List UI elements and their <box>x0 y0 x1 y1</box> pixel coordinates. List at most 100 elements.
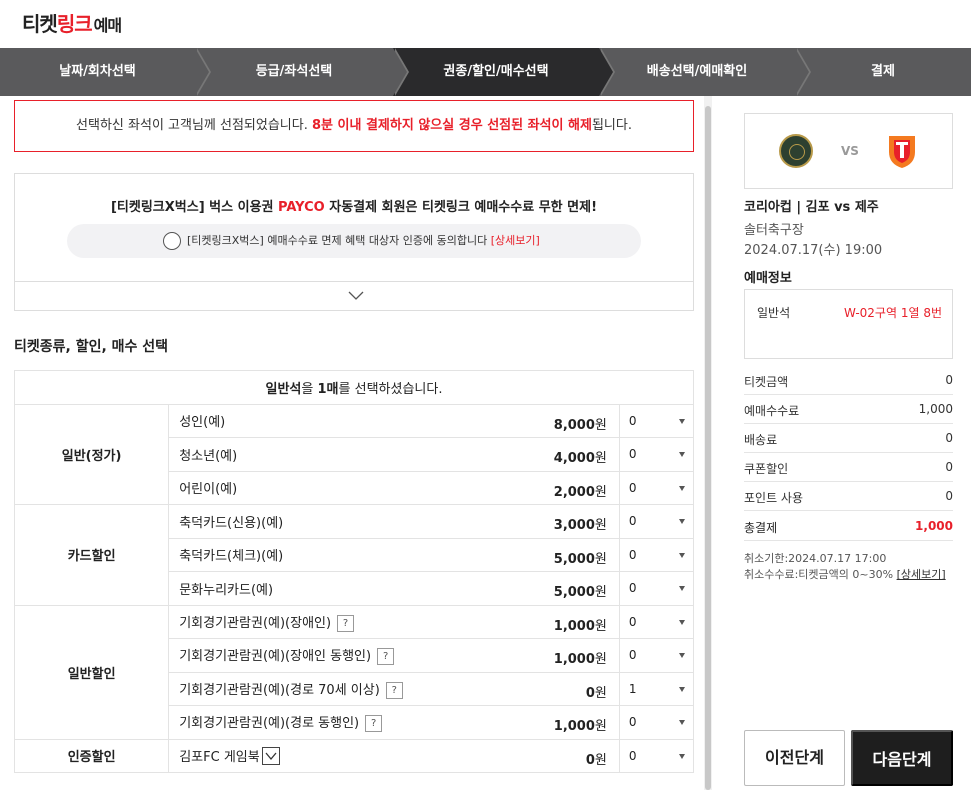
ticketlink-logo[interactable]: 티켓링크 예매 <box>22 8 122 37</box>
price-value: 0 <box>585 685 595 701</box>
quantity-select[interactable]: 0 <box>618 604 695 639</box>
agree-detail-link[interactable]: [상세보기] <box>491 234 540 247</box>
notice-warning: 8분 이내 결제하지 않으실 경우 선점된 좌석이 해제 <box>312 118 592 133</box>
ticket-price: 1,000원 <box>554 615 607 634</box>
dropdown-arrow-icon <box>679 452 685 457</box>
price-unit: 원 <box>594 451 607 466</box>
agree-pill[interactable]: [티켓링크X벅스] 예매수수료 면제 혜택 대상자 인증에 동의합니다 [상세보… <box>67 224 641 258</box>
vs-label: VS <box>841 144 859 158</box>
step-5: 결제 <box>795 48 971 96</box>
price-unit: 원 <box>594 752 607 768</box>
next-step-button[interactable]: 다음단계 <box>851 730 953 786</box>
quantity-value: 0 <box>628 748 637 763</box>
scrollbar-thumb[interactable] <box>705 106 711 790</box>
total-label: 총결제 <box>744 521 778 535</box>
ticket-label: 기회경기관람권(예)(경로 70세 이상) <box>179 682 380 698</box>
price-unit: 원 <box>594 719 607 734</box>
ticket-item: 김포FC 게임북 0원 <box>168 738 620 773</box>
ticket-label: 문화누리카드(예) <box>179 582 274 598</box>
price-unit: 원 <box>594 484 607 500</box>
jeju-fc-emblem-icon <box>889 136 915 168</box>
price-unit: 원 <box>594 685 607 701</box>
booking-summary: VS 코리아컵 | 김포 vs 제주 솔터축구장 2024.07.17(수) 1… <box>730 96 971 790</box>
quantity-value: 0 <box>628 614 637 629</box>
dropdown-arrow-icon <box>679 653 685 658</box>
cancel-detail-link[interactable]: [상세보기] <box>897 568 946 581</box>
dropdown-arrow-icon <box>679 586 685 591</box>
help-icon[interactable]: ? <box>377 648 395 666</box>
ticket-item: 기회경기관람권(예)(경로 동행인)? 1,000원 <box>168 705 620 740</box>
seat-hold-notice: 선택하신 좌석이 고객님께 선점되었습니다. 8분 이내 결제하지 않으실 경우… <box>14 100 694 152</box>
ticket-label: 기회경기관람권(예)(장애인 동행인) <box>179 649 372 665</box>
table-row: 일반(정가) 성인(예) 8,000원 0 <box>13 403 695 505</box>
venue: 솔터축구장 <box>744 223 804 238</box>
table-row: 카드할인 축덕카드(신용)(예) 3,000원 0 <box>13 504 695 606</box>
category-name: 인증할인 <box>13 738 170 773</box>
ticket-table-header: 일반석을 1매를 선택하셨습니다. <box>14 370 694 405</box>
price-value: 4,000 <box>553 451 595 466</box>
fee-label: 쿠폰할인 <box>744 462 789 476</box>
price-unit: 원 <box>594 417 607 433</box>
total-value: 1,000 <box>915 519 953 533</box>
help-icon[interactable]: ? <box>337 614 355 632</box>
main-content: 선택하신 좌석이 고객님께 선점되었습니다. 8분 이내 결제하지 않으실 경우… <box>0 96 712 790</box>
quantity-select[interactable]: 0 <box>618 738 695 773</box>
cancel-fee: 취소수수료:티켓금액의 0~30% [상세보기] <box>744 566 946 582</box>
chevron-down-icon <box>265 752 277 761</box>
price-unit: 원 <box>594 618 607 634</box>
fee-value: 0 <box>945 460 953 474</box>
fee-row: 예매수수료 1,000 <box>744 402 953 419</box>
prev-step-button[interactable]: 이전단계 <box>744 730 845 786</box>
header: 티켓링크 예매 <box>0 0 971 48</box>
main-scrollbar[interactable] <box>704 96 712 790</box>
step-bar: 날짜/회차선택 등급/좌석선택 권종/할인/매수선택 배송선택/예매확인 결제 <box>0 48 971 96</box>
fee-divider <box>744 481 953 482</box>
ticket-price: 2,000원 <box>554 481 607 500</box>
quantity-select[interactable]: 0 <box>618 470 695 505</box>
fee-label: 예매수수료 <box>744 404 800 418</box>
logo-part1: 티켓 <box>22 12 58 36</box>
ticket-item: 성인(예) 8,000원 <box>168 403 620 438</box>
quantity-select[interactable]: 0 <box>618 638 695 673</box>
ticket-price: 0원 <box>586 749 607 768</box>
quantity-select[interactable]: 0 <box>618 537 695 572</box>
quantity-select[interactable]: 1 <box>618 671 695 706</box>
expand-check-icon[interactable] <box>261 747 280 765</box>
quantity-value: 0 <box>628 715 637 730</box>
agree-radio[interactable] <box>163 232 181 250</box>
quantity-select[interactable]: 0 <box>618 403 695 438</box>
agree-text: [티켓링크X벅스] 예매수수료 면제 혜택 대상자 인증에 동의합니다 <box>187 234 491 247</box>
header-mid: 을 <box>301 381 318 397</box>
fee-row: 포인트 사용 0 <box>744 489 953 506</box>
ticket-price: 5,000원 <box>554 548 607 567</box>
price-value: 0 <box>585 752 595 768</box>
step-chevron <box>795 48 809 96</box>
header-end: 를 선택하셨습니다. <box>338 381 443 397</box>
payco-label: PAYCO <box>278 200 325 215</box>
quantity-select[interactable]: 0 <box>618 504 695 539</box>
table-row: 일반할인 기회경기관람권(예)(장애인)? 1,000원 0 <box>13 604 695 740</box>
fee-divider <box>744 394 953 395</box>
dropdown-arrow-icon <box>679 619 685 625</box>
price-value: 5,000 <box>553 551 595 567</box>
quantity-select[interactable]: 0 <box>618 705 695 740</box>
quantity-value: 0 <box>628 581 637 596</box>
price-value: 1,000 <box>553 618 595 634</box>
quantity-value: 0 <box>628 480 637 495</box>
help-icon[interactable]: ? <box>385 681 403 699</box>
dropdown-arrow-icon <box>679 753 685 759</box>
chevron-down-icon[interactable] <box>347 286 365 304</box>
fee-row: 티켓금액 0 <box>744 373 953 390</box>
selected-count: 1매 <box>317 381 339 397</box>
step-label: 날짜/회차선택 <box>59 64 136 79</box>
step-label: 배송선택/예매확인 <box>646 64 748 79</box>
category-name: 일반(정가) <box>13 403 170 505</box>
quantity-select[interactable]: 0 <box>618 571 695 606</box>
quantity-select[interactable]: 0 <box>618 437 695 472</box>
step-label: 등급/좌석선택 <box>255 64 333 79</box>
help-icon[interactable]: ? <box>365 715 383 733</box>
ticket-label: 축덕카드(신용)(예) <box>179 515 284 531</box>
fee-row: 쿠폰할인 0 <box>744 460 953 477</box>
ticket-item: 청소년(예) 4,000원 <box>168 437 620 472</box>
gimpo-fc-emblem-icon <box>779 134 813 168</box>
